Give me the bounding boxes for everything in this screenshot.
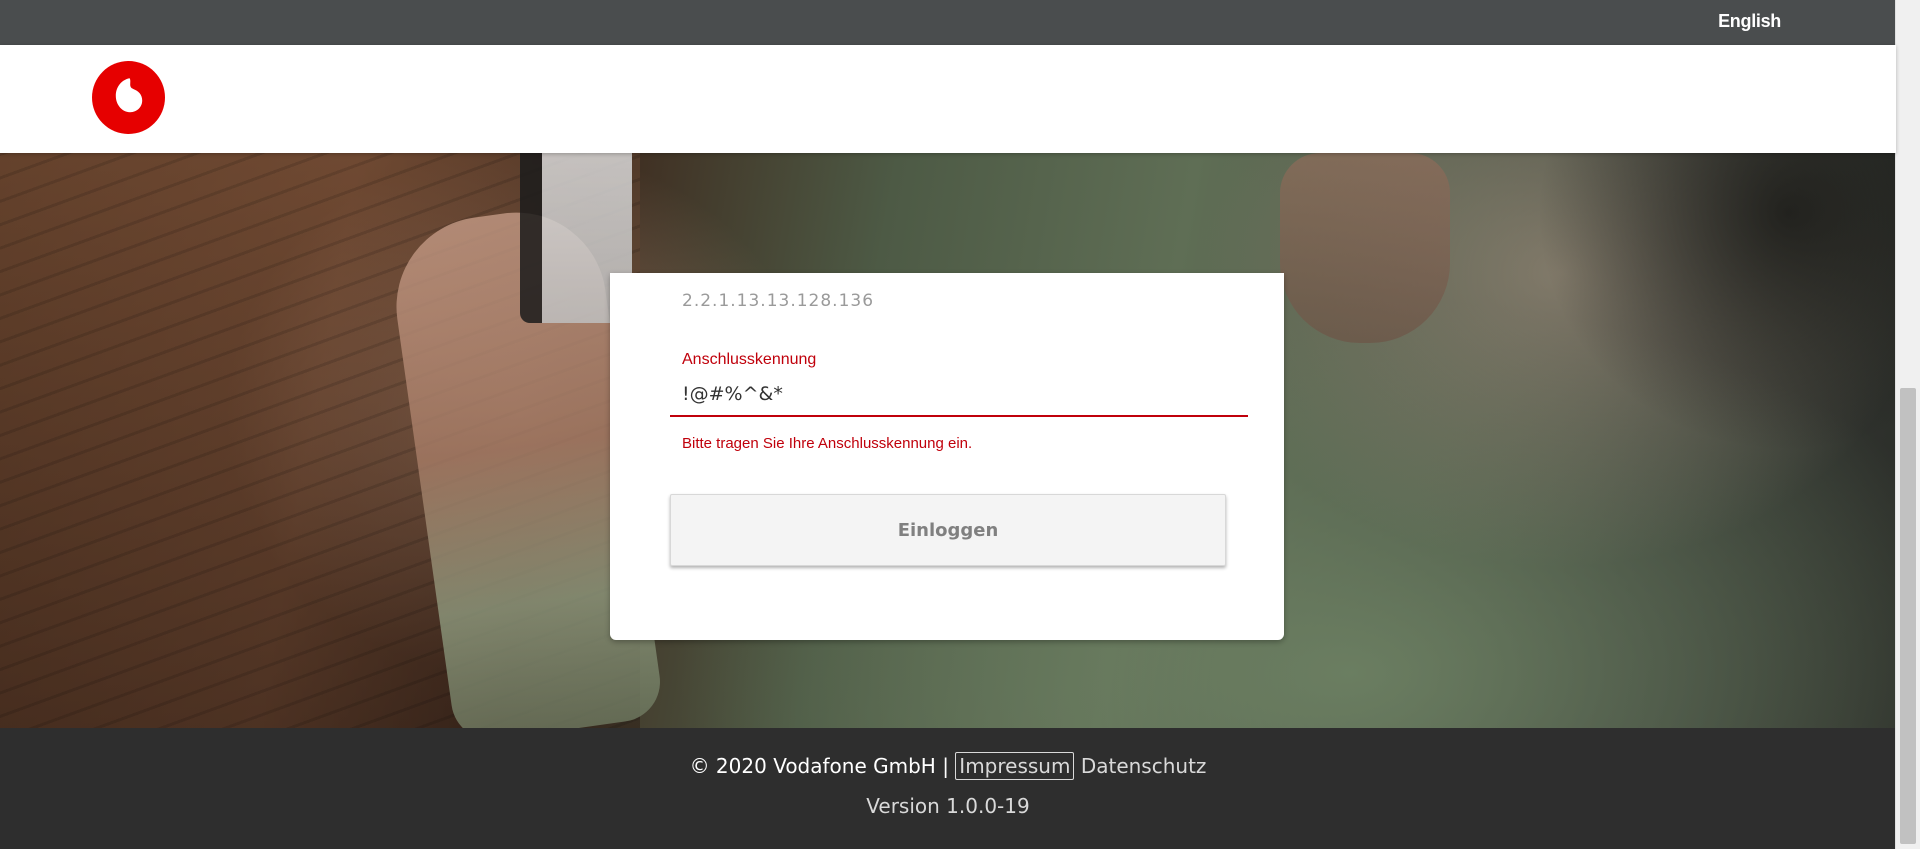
shadow-overlay [1536, 153, 1896, 453]
version-text: Version 1.0.0-19 [866, 794, 1030, 818]
language-switch-link[interactable]: English [1718, 11, 1781, 32]
footer-links-line: © 2020 Vodafone GmbH | Impressum Datensc… [0, 752, 1896, 780]
hero-background-image: 2.2.1.13.13.128.136 Anschlusskennung Bit… [0, 153, 1896, 728]
login-card: 2.2.1.13.13.128.136 Anschlusskennung Bit… [610, 273, 1284, 640]
scrollbar-thumb[interactable] [1900, 388, 1916, 844]
hand-shape [1280, 153, 1450, 343]
vodafone-logo-icon[interactable] [92, 61, 165, 134]
login-button[interactable]: Einloggen [670, 494, 1226, 566]
site-footer: © 2020 Vodafone GmbH | Impressum Datensc… [0, 728, 1896, 849]
anschlusskennung-error-message: Bitte tragen Sie Ihre Anschlusskennung e… [682, 435, 973, 452]
previous-field-value: 2.2.1.13.13.128.136 [682, 291, 875, 311]
datenschutz-link[interactable]: Datenschutz [1081, 754, 1207, 778]
page-scrollbar[interactable] [1895, 0, 1920, 849]
impressum-link[interactable]: Impressum [955, 752, 1075, 780]
copyright-text: © 2020 Vodafone GmbH | [689, 754, 949, 778]
site-header [0, 45, 1896, 153]
language-bar: English [0, 0, 1896, 45]
page: English 2.2.1.13.13.128.136 Anschlussken… [0, 0, 1920, 849]
anschlusskennung-input[interactable] [670, 373, 1248, 417]
anschlusskennung-label: Anschlusskennung [682, 351, 817, 368]
